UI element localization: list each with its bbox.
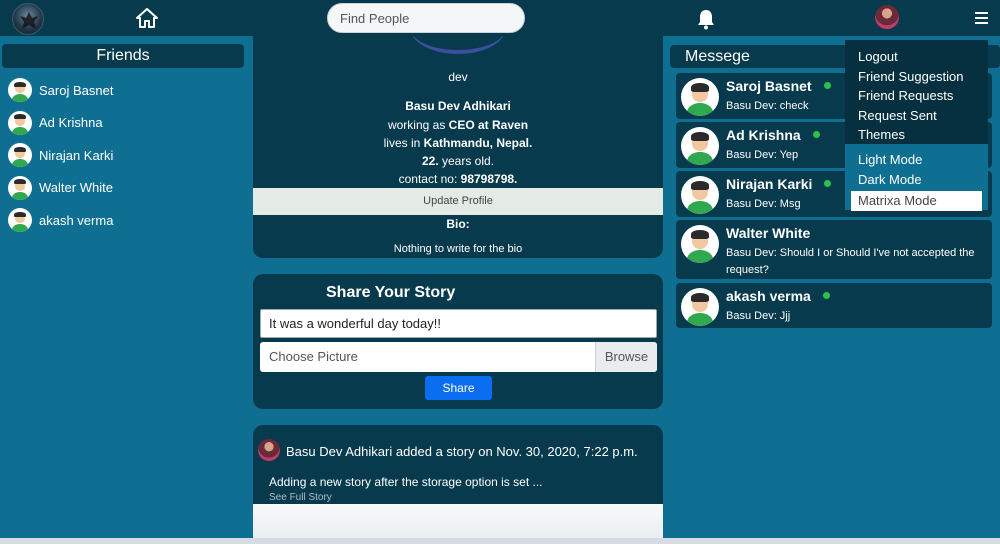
see-full-story-link[interactable]: See Full Story	[269, 492, 332, 503]
menu-item-friend-requests[interactable]: Friend Requests	[858, 88, 953, 103]
profile-location: lives in Kathmandu, Nepal.	[253, 136, 663, 150]
avatar-icon	[8, 175, 32, 200]
post-header: Basu Dev Adhikari added a story on Nov. …	[286, 444, 638, 459]
friend-name: Saroj Basnet	[39, 82, 114, 98]
story-text-input[interactable]: It was a wonderful day today!!	[260, 309, 657, 338]
share-story-title: Share Your Story	[326, 284, 456, 301]
friends-panel-title: Friends	[2, 44, 244, 68]
app-logo[interactable]	[12, 3, 44, 35]
user-avatar[interactable]	[875, 5, 899, 29]
avatar-icon	[681, 78, 719, 116]
profile-location-value: Kathmandu, Nepal.	[423, 136, 533, 150]
hamburger-menu-icon[interactable]	[975, 12, 988, 24]
profile-work: working as CEO at Raven	[253, 118, 663, 132]
theme-matrixa-mode[interactable]: Matrixa Mode	[851, 191, 982, 211]
avatar-icon	[8, 78, 32, 103]
avatar-icon	[681, 127, 719, 165]
profile-username: dev	[448, 70, 468, 84]
friends-list: Saroj Basnet Ad Krishna Nirajan Karki Wa…	[0, 74, 250, 237]
profile-age: 22. years old.	[253, 154, 663, 168]
user-dropdown-menu: Logout Friend Suggestion Friend Requests…	[845, 40, 988, 211]
message-sender: Ad Krishna	[726, 127, 820, 143]
theme-light-mode[interactable]: Light Mode	[858, 152, 922, 167]
friend-name: Nirajan Karki	[39, 147, 114, 163]
menu-item-request-sent[interactable]: Request Sent	[858, 108, 937, 123]
profile-work-value: CEO at Raven	[448, 118, 529, 132]
theme-dark-mode[interactable]: Dark Mode	[858, 172, 922, 187]
message-item[interactable]: Walter White Basu Dev: Should I or Shoul…	[676, 220, 992, 279]
profile-contact: contact no: 98798798.	[253, 172, 663, 186]
message-sender: Nirajan Karki	[726, 176, 832, 192]
window-bottom-edge	[0, 538, 1000, 544]
avatar-icon	[681, 288, 719, 326]
avatar-icon	[8, 143, 32, 168]
profile-age-value: 22.	[421, 154, 439, 168]
profile-age-suffix: years old.	[442, 154, 495, 168]
avatar-icon	[8, 208, 32, 233]
friend-item[interactable]: Saroj Basnet	[0, 74, 250, 107]
post-author-avatar[interactable]	[258, 439, 280, 461]
message-sender: akash verma	[726, 288, 830, 304]
choose-picture-field[interactable]: Choose Picture Browse	[260, 342, 657, 372]
avatar-icon	[681, 225, 719, 263]
story-post-card: Basu Dev Adhikari added a story on Nov. …	[253, 425, 663, 544]
bio-text: Nothing to write for the bio	[393, 243, 523, 255]
bell-icon[interactable]	[696, 8, 716, 30]
browse-button[interactable]: Browse	[595, 342, 657, 372]
message-preview: Basu Dev: Should I or Should I've not ac…	[726, 247, 975, 276]
profile-contact-prefix: contact no:	[398, 172, 458, 186]
home-icon[interactable]	[136, 8, 158, 28]
friend-name: Walter White	[39, 180, 113, 196]
online-status-icon	[822, 292, 830, 299]
profile-picture	[411, 36, 505, 54]
online-status-icon	[823, 82, 831, 89]
themes-submenu: Light Mode Dark Mode Matrixa Mode	[845, 144, 988, 211]
avatar-icon	[8, 110, 32, 135]
update-profile-button[interactable]: Update Profile	[253, 188, 663, 215]
post-text: Adding a new story after the storage opt…	[269, 475, 543, 489]
message-preview: Basu Dev: Jjj	[726, 310, 791, 322]
avatar-icon	[681, 176, 719, 214]
menu-item-friend-suggestion[interactable]: Friend Suggestion	[858, 69, 964, 84]
profile-card: dev Basu Dev Adhikari working as CEO at …	[253, 36, 663, 258]
share-story-card: Share Your Story It was a wonderful day …	[253, 274, 663, 409]
menu-item-themes[interactable]: Themes	[858, 127, 905, 142]
friend-name: Ad Krishna	[39, 115, 103, 131]
friend-item[interactable]: Nirajan Karki	[0, 139, 250, 172]
friend-item[interactable]: Ad Krishna	[0, 107, 250, 140]
online-status-icon	[812, 131, 820, 138]
online-status-icon	[824, 180, 832, 187]
share-button[interactable]: Share	[425, 376, 492, 400]
friend-name: akash verma	[39, 212, 114, 228]
profile-work-prefix: working as	[387, 118, 446, 132]
top-navbar	[0, 0, 1000, 36]
friend-item[interactable]: akash verma	[0, 204, 250, 237]
menu-item-logout[interactable]: Logout	[858, 49, 898, 64]
search-input[interactable]	[327, 3, 525, 33]
message-sender: Walter White	[726, 225, 811, 241]
choose-picture-placeholder: Choose Picture	[269, 349, 358, 364]
friend-item[interactable]: Walter White	[0, 172, 250, 205]
profile-full-name: Basu Dev Adhikari	[405, 99, 511, 113]
profile-contact-value: 98798798.	[460, 172, 518, 186]
bio-label: Bio:	[446, 217, 470, 231]
profile-location-prefix: lives in	[383, 136, 421, 150]
message-sender: Saroj Basnet	[726, 78, 831, 94]
message-item[interactable]: akash verma Basu Dev: Jjj	[676, 283, 992, 328]
